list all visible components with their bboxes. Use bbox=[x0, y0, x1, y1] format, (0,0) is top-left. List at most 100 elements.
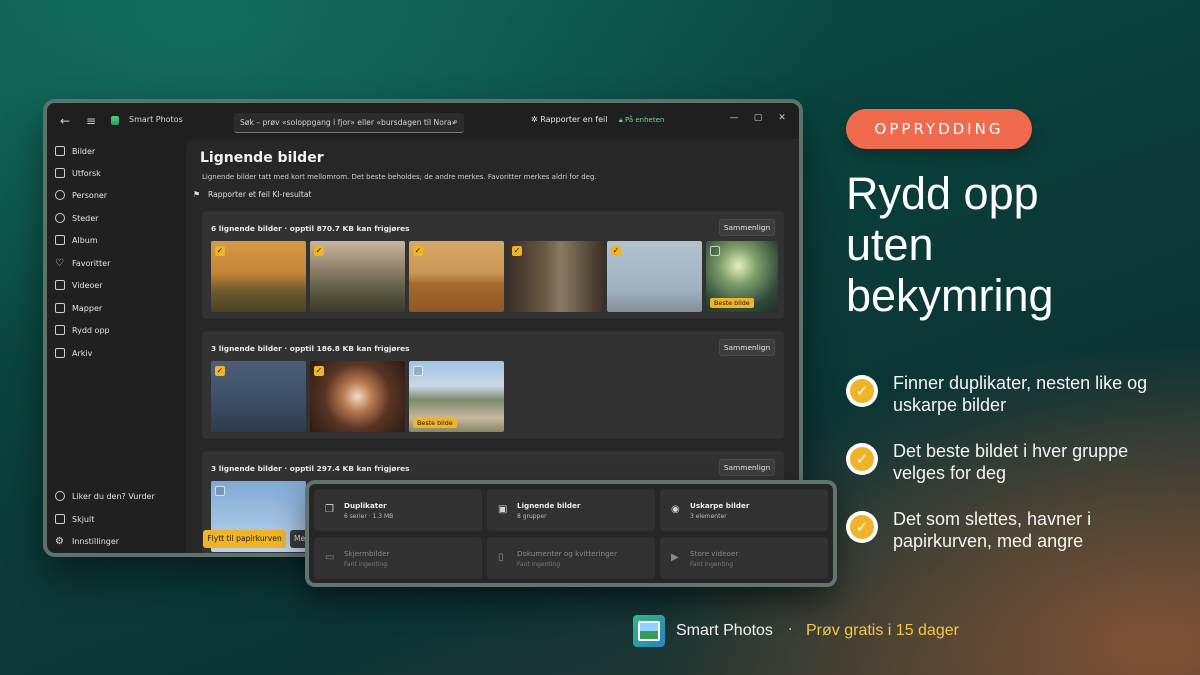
compare-button[interactable]: Sammenlign bbox=[719, 339, 775, 356]
checkbox-empty[interactable] bbox=[215, 486, 225, 496]
compare-button[interactable]: Sammenlign bbox=[719, 459, 775, 476]
photo-thumbnail[interactable]: ✓ bbox=[310, 361, 405, 432]
sidebar-item-label: Innstillinger bbox=[72, 536, 120, 546]
category-title: Uskarpe bilder bbox=[690, 501, 750, 510]
photo-thumbnail[interactable]: ✓ bbox=[211, 241, 306, 312]
sidebar-item-label: Arkiv bbox=[72, 348, 93, 358]
archive-icon bbox=[55, 348, 65, 358]
category-documents[interactable]: ▯ Dokumenter og kvitteringer Fant ingent… bbox=[487, 537, 655, 579]
search-input[interactable]: Søk – prøv «soloppgang i fjor» eller «bu… bbox=[234, 113, 464, 133]
monitor-icon: ▭ bbox=[325, 552, 335, 563]
photo-thumbnail[interactable]: Beste bilde bbox=[409, 361, 504, 432]
checkbox-empty[interactable] bbox=[413, 366, 423, 376]
sidebar-item-favoritter[interactable]: ♡ Favoritter bbox=[55, 254, 110, 272]
category-large-videos[interactable]: ▶ Store videoer Fant ingenting bbox=[660, 537, 828, 579]
sidebar-item-rydd-opp[interactable]: Rydd opp bbox=[55, 321, 110, 339]
category-title: Skjermbilder bbox=[344, 549, 390, 558]
album-icon bbox=[55, 235, 65, 245]
feature-item: ✓ Det beste bildet i hver gruppe velges … bbox=[846, 440, 1158, 484]
video-icon bbox=[55, 280, 65, 290]
compare-button[interactable]: Sammenlign bbox=[719, 219, 775, 236]
checkbox-empty[interactable] bbox=[710, 246, 720, 256]
back-icon[interactable]: ← bbox=[57, 113, 73, 129]
group-header: 3 lignende bilder · opptil 297.4 KB kan … bbox=[211, 464, 410, 473]
photo-thumbnail[interactable]: Beste bilde bbox=[706, 241, 778, 312]
sidebar-item-rate[interactable]: Liker du den? Vurder bbox=[55, 487, 155, 505]
headline-line: bekymring bbox=[846, 270, 1054, 321]
check-circle-icon: ✓ bbox=[846, 443, 878, 475]
sidebar-item-label: Steder bbox=[72, 213, 99, 223]
sidebar-item-videoer[interactable]: Videoer bbox=[55, 276, 103, 294]
report-bug-button[interactable]: ✲ Rapporter en feil bbox=[531, 115, 607, 124]
explore-icon bbox=[55, 168, 65, 178]
bug-icon: ✲ bbox=[531, 115, 541, 124]
sidebar-item-mapper[interactable]: Mapper bbox=[55, 299, 102, 317]
sidebar-item-label: Album bbox=[72, 235, 98, 245]
headline: Rydd opp uten bekymring bbox=[846, 168, 1054, 321]
trial-cta[interactable]: Prøv gratis i 15 dager bbox=[806, 622, 959, 640]
minimize-icon[interactable]: — bbox=[727, 113, 741, 123]
close-icon[interactable]: ✕ bbox=[775, 113, 789, 123]
sidebar-item-utforsk[interactable]: Utforsk bbox=[55, 164, 101, 182]
gear-icon: ⚙ bbox=[55, 535, 64, 547]
checkbox-checked[interactable]: ✓ bbox=[413, 246, 423, 256]
on-device-label: På enheten bbox=[624, 116, 665, 124]
move-to-trash-button[interactable]: Flytt til papirkurven bbox=[203, 530, 286, 548]
title-bar: ← ≡ Smart Photos Søk – prøv «soloppgang … bbox=[47, 103, 799, 139]
sidebar-item-label: Mapper bbox=[72, 303, 103, 313]
category-similar[interactable]: ▣ Lignende bilder 8 grupper bbox=[487, 489, 655, 531]
menu-icon[interactable]: ≡ bbox=[83, 113, 99, 129]
maximize-icon[interactable]: ▢ bbox=[751, 113, 765, 123]
photo-thumbnail[interactable]: ✓ bbox=[409, 241, 504, 312]
like-icon bbox=[55, 491, 65, 501]
checkbox-checked[interactable]: ✓ bbox=[512, 246, 522, 256]
app-logo-icon bbox=[111, 116, 119, 125]
photo-thumbnail[interactable]: ✓ bbox=[310, 241, 405, 312]
category-title: Dokumenter og kvitteringer bbox=[517, 549, 618, 558]
cleanup-categories-panel: ❐ Duplikater 6 serier · 1.3 MB ▣ Lignend… bbox=[305, 480, 837, 587]
checkbox-checked[interactable]: ✓ bbox=[314, 366, 324, 376]
report-ai-link[interactable]: ⚑ Rapporter et feil KI-resultat bbox=[193, 190, 311, 199]
category-duplicates[interactable]: ❐ Duplikater 6 serier · 1.3 MB bbox=[314, 489, 482, 531]
eye-icon: ◉ bbox=[671, 504, 680, 515]
feature-item: ✓ Finner duplikater, nesten like og uska… bbox=[846, 372, 1158, 416]
category-subtitle: 8 grupper bbox=[517, 513, 547, 520]
category-screenshots[interactable]: ▭ Skjermbilder Fant ingenting bbox=[314, 537, 482, 579]
checkbox-checked[interactable]: ✓ bbox=[215, 366, 225, 376]
sidebar-item-innstillinger[interactable]: ⚙ Innstillinger bbox=[55, 532, 119, 550]
document-icon: ▯ bbox=[498, 552, 504, 563]
trash-icon bbox=[55, 325, 65, 335]
checkbox-checked[interactable]: ✓ bbox=[611, 246, 621, 256]
photo-thumbnail[interactable]: ✓ bbox=[508, 241, 603, 312]
category-blurry[interactable]: ◉ Uskarpe bilder 3 elementer bbox=[660, 489, 828, 531]
group-header: 6 lignende bilder · opptil 870.7 KB kan … bbox=[211, 224, 410, 233]
sidebar-item-personer[interactable]: Personer bbox=[55, 186, 107, 204]
sidebar-item-label: Rydd opp bbox=[72, 325, 110, 335]
sidebar-item-skjult[interactable]: Skjult bbox=[55, 510, 94, 528]
category-subtitle: Fant ingenting bbox=[344, 561, 388, 568]
best-photo-badge: Beste bilde bbox=[413, 418, 457, 428]
group-header: 3 lignende bilder · opptil 186.8 KB kan … bbox=[211, 344, 410, 353]
sidebar-item-arkiv[interactable]: Arkiv bbox=[55, 344, 92, 362]
sidebar-item-steder[interactable]: Steder bbox=[55, 209, 98, 227]
check-circle-icon: ✓ bbox=[846, 375, 878, 407]
category-subtitle: 6 serier · 1.3 MB bbox=[344, 513, 394, 520]
sidebar-item-label: Liker du den? Vurder bbox=[72, 491, 155, 501]
sidebar-item-label: Skjult bbox=[72, 514, 95, 524]
sidebar-item-label: Utforsk bbox=[72, 168, 101, 178]
separator: · bbox=[788, 622, 793, 638]
search-icon[interactable]: ⌕ bbox=[453, 117, 458, 127]
best-photo-badge: Beste bilde bbox=[710, 298, 754, 308]
photo-thumbnail[interactable]: ✓ bbox=[211, 361, 306, 432]
sidebar-item-album[interactable]: Album bbox=[55, 231, 98, 249]
category-subtitle: Fant ingenting bbox=[517, 561, 561, 568]
sidebar-item-bilder[interactable]: Bilder bbox=[55, 142, 95, 160]
similar-group-2: 3 lignende bilder · opptil 186.8 KB kan … bbox=[202, 331, 784, 439]
feature-badge: OPPRYDDING bbox=[846, 109, 1032, 149]
checkbox-checked[interactable]: ✓ bbox=[314, 246, 324, 256]
category-title: Store videoer bbox=[690, 549, 739, 558]
headline-line: uten bbox=[846, 219, 934, 270]
checkbox-checked[interactable]: ✓ bbox=[215, 246, 225, 256]
report-bug-label: Rapporter en feil bbox=[540, 115, 608, 124]
photo-thumbnail[interactable]: ✓ bbox=[607, 241, 702, 312]
